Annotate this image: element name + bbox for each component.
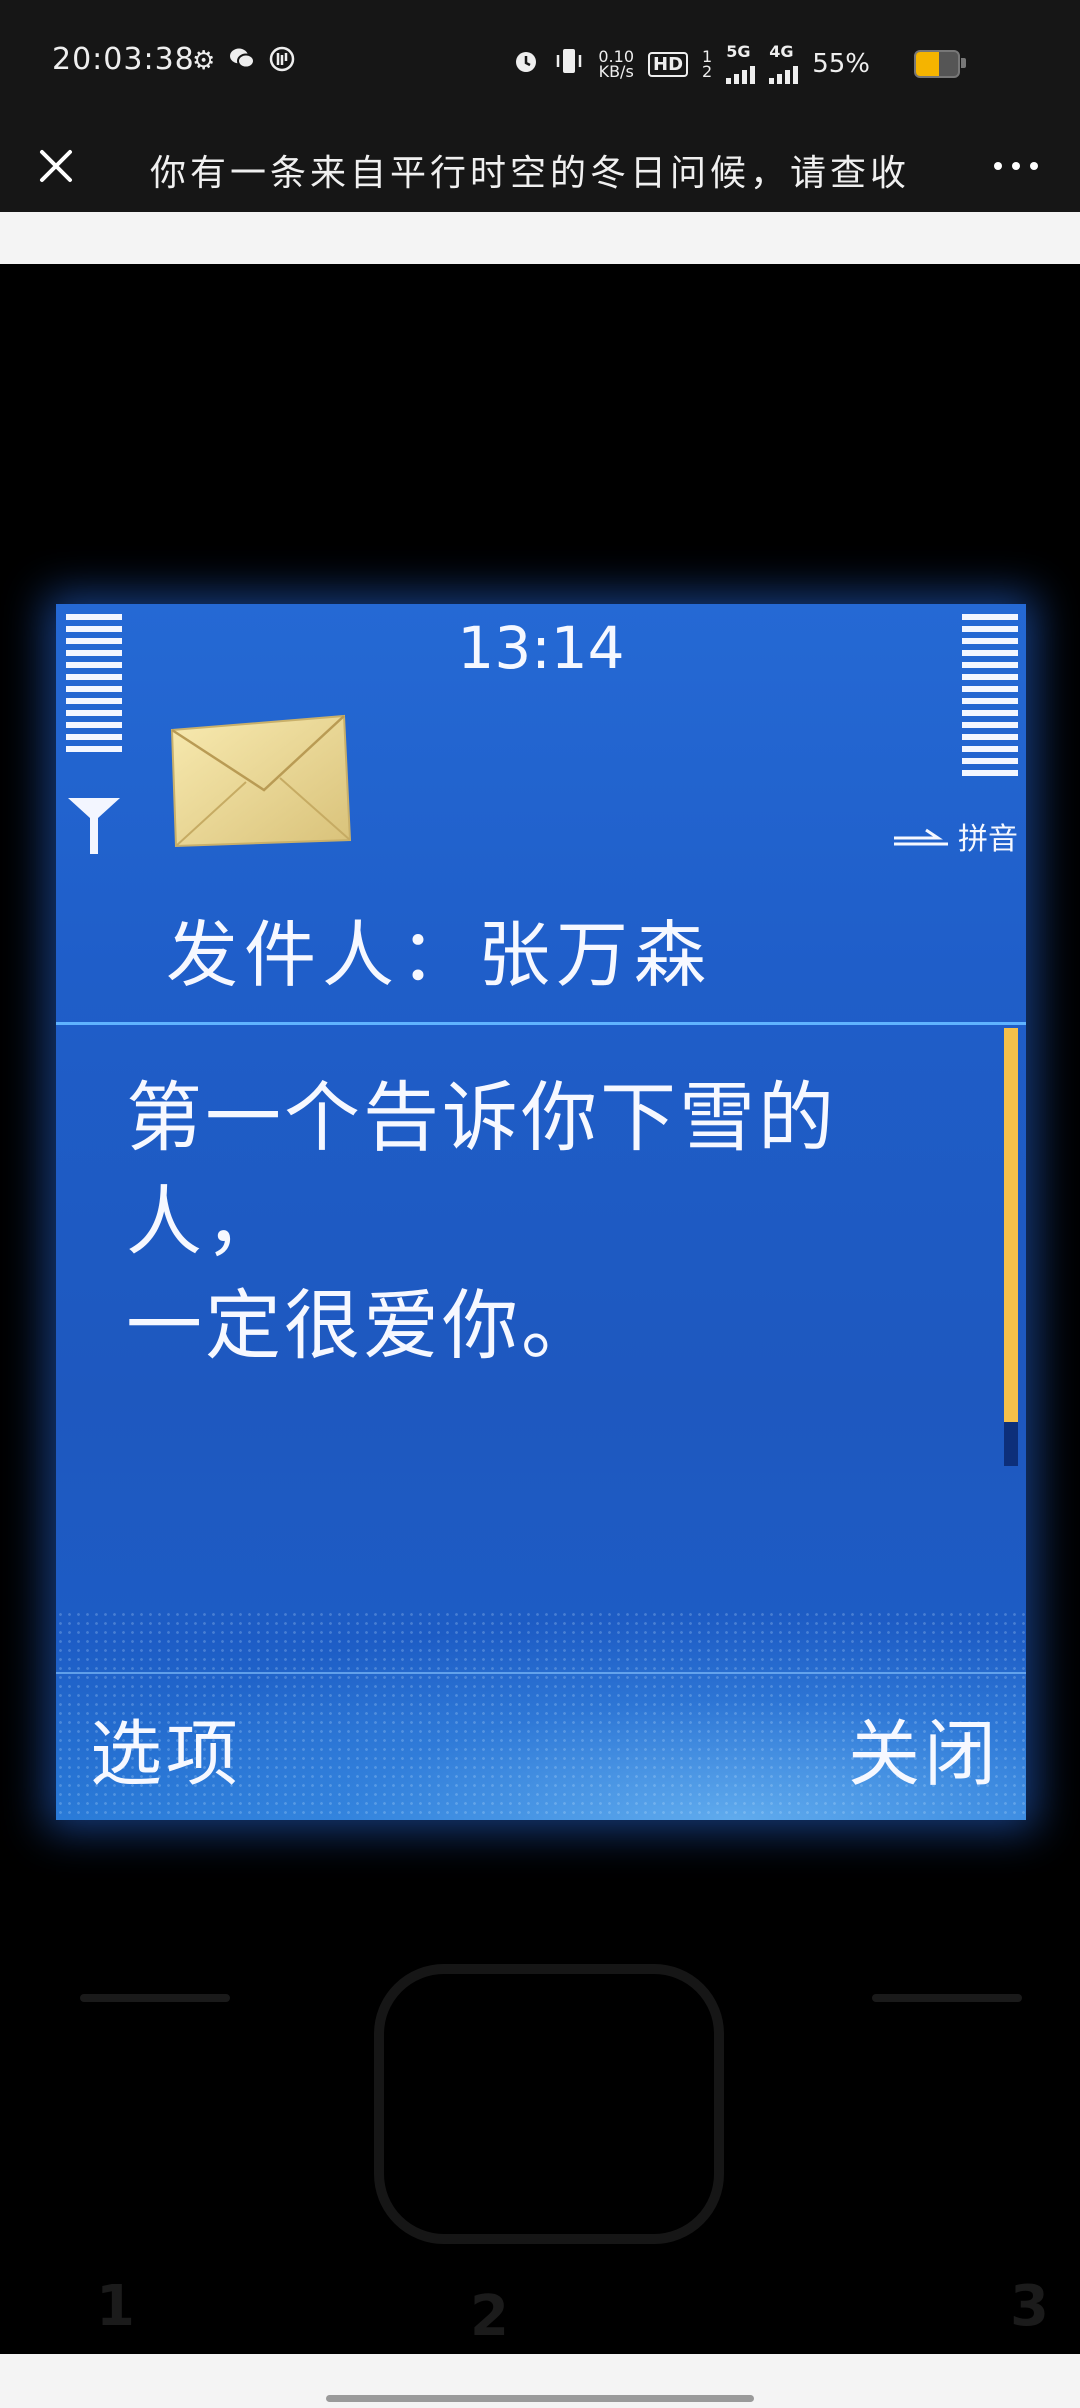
navigation-bar xyxy=(0,2354,1080,2408)
message-scrollbar[interactable] xyxy=(1004,1028,1018,1466)
right-key-line xyxy=(872,1994,1022,2002)
vibrate-icon xyxy=(554,47,584,81)
status-time: 20:03:38 xyxy=(52,42,195,77)
close-button[interactable] xyxy=(24,134,88,198)
gear-icon: ⚙ xyxy=(192,46,216,76)
key-3: 3 xyxy=(1010,2274,1049,2339)
message-line: 第一个告诉你下雪的人， xyxy=(126,1073,837,1266)
sim-index: 1 2 xyxy=(702,47,713,81)
page-title: 你有一条来自平行时空的冬日问候，请查收 xyxy=(149,153,910,194)
key-2: 2 xyxy=(470,2284,509,2349)
envelope-icon xyxy=(170,714,352,848)
wechat-icon xyxy=(229,46,256,79)
hd-badge: HD xyxy=(648,51,689,77)
signal-5g: 5G xyxy=(726,44,756,84)
battery-tip xyxy=(961,58,966,68)
more-dot xyxy=(994,162,1002,170)
status-bar: 20:03:38 ⚙ 0.10 KB/s HD 1 2 5G 4G 55% xyxy=(0,0,1080,122)
sender-line: 发件人：张万森 xyxy=(166,913,713,997)
close-softkey[interactable]: 关闭 xyxy=(848,1695,1000,1800)
phone-screen: 13:14 拼音 发件人：张万森 第一个告诉你下雪的人， 一定很爱你。 选项 关… xyxy=(56,604,1026,1820)
alarm-icon xyxy=(512,47,540,81)
input-mode: 拼音 xyxy=(892,814,1018,858)
more-button[interactable] xyxy=(976,134,1056,198)
top-strip xyxy=(0,212,1080,264)
battery-percent: 55% xyxy=(812,49,870,79)
arrow-icon xyxy=(894,828,948,846)
options-softkey[interactable]: 选项 xyxy=(90,1695,242,1800)
input-mode-label: 拼音 xyxy=(958,822,1018,857)
left-key-line xyxy=(80,1994,230,2002)
phone-dpad xyxy=(374,1964,724,2244)
battery-bars-icon xyxy=(962,614,1018,782)
title-bar: 你有一条来自平行时空的冬日问候，请查收 xyxy=(0,122,1080,212)
close-icon xyxy=(40,150,72,182)
footer-divider xyxy=(56,1672,1026,1674)
net-speed: 0.10 KB/s xyxy=(598,47,634,81)
scrollbar-thumb[interactable] xyxy=(1004,1028,1018,1423)
signal-4g: 4G xyxy=(769,44,799,84)
article-image: 13:14 拼音 发件人：张万森 第一个告诉你下雪的人， 一定很爱你。 选项 关… xyxy=(0,264,1080,2354)
status-left-icons: ⚙ xyxy=(192,46,295,79)
signal-icon xyxy=(769,60,799,84)
signal-icon xyxy=(726,60,756,84)
key-1: 1 xyxy=(96,2274,135,2339)
app-badge-icon xyxy=(269,46,295,79)
more-dot xyxy=(1030,162,1038,170)
home-indicator[interactable] xyxy=(326,2395,754,2402)
message-body: 第一个告诉你下雪的人， 一定很爱你。 xyxy=(126,1066,946,1378)
antenna-icon xyxy=(68,798,120,854)
status-right-icons: 0.10 KB/s HD 1 2 5G 4G 55% xyxy=(512,44,940,84)
header-divider xyxy=(56,1022,1026,1025)
message-line: 一定很爱你。 xyxy=(126,1281,600,1370)
phone-clock: 13:14 xyxy=(457,614,625,682)
battery-icon xyxy=(914,50,960,78)
more-dot xyxy=(1012,162,1020,170)
